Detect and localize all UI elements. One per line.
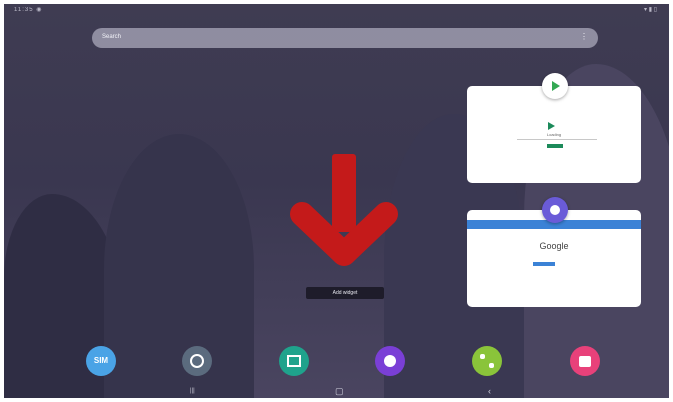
camera-icon	[384, 355, 396, 367]
status-time: 11:35 ◉	[14, 7, 43, 13]
play-store-logo	[548, 122, 555, 130]
chrome-icon[interactable]	[542, 197, 568, 223]
dock-app-settings[interactable]	[182, 346, 212, 376]
status-bar: 11:35 ◉ ▾ ▮ ▯	[4, 4, 669, 14]
loading-text: Loading	[546, 132, 562, 137]
status-icons: ▾ ▮ ▯	[644, 7, 657, 13]
more-options-icon[interactable]: ⋮	[580, 32, 588, 41]
add-widget-pill[interactable]: Add widget	[306, 287, 384, 299]
chrome-search-button[interactable]: Search	[533, 262, 555, 266]
dock-app-camera[interactable]	[375, 346, 405, 376]
wallpaper-shape	[104, 134, 254, 398]
store-bag-icon	[579, 356, 591, 367]
recents-nav-button[interactable]: |||	[190, 388, 195, 394]
recent-card-chrome[interactable]: Google Search	[467, 210, 641, 307]
game-launcher-icon	[480, 354, 485, 359]
gear-icon	[190, 354, 204, 368]
search-bar[interactable]: Search ⋮	[92, 28, 598, 48]
home-screen: 11:35 ◉ ▾ ▮ ▯ Search ⋮ Add widget Loadin…	[4, 4, 669, 398]
dock-app-gallery[interactable]	[279, 346, 309, 376]
play-store-icon[interactable]	[542, 73, 568, 99]
search-placeholder: Search	[102, 34, 122, 40]
back-nav-button[interactable]: ‹	[488, 386, 491, 396]
red-arrow-annotation	[290, 154, 398, 266]
progress-line	[517, 139, 597, 140]
sim-label: SIM	[93, 356, 109, 365]
play-store-wait-button[interactable]: Wait	[547, 144, 563, 148]
dock-app-galaxy-store[interactable]	[570, 346, 600, 376]
home-nav-button[interactable]: ▢	[335, 386, 344, 397]
dock-app-sim-toolkit[interactable]: SIM	[86, 346, 116, 376]
recent-card-play-store[interactable]: Loading Wait	[467, 86, 641, 183]
gallery-icon	[287, 355, 301, 367]
chrome-page-title: Google	[539, 241, 569, 251]
dock-app-game-launcher[interactable]	[472, 346, 502, 376]
